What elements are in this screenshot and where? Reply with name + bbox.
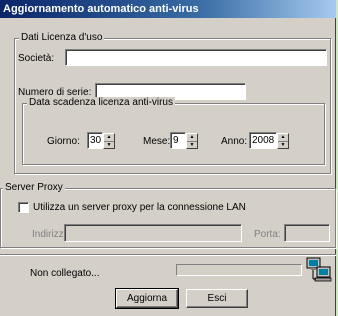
month-spinner[interactable]: ▲ ▼	[186, 133, 198, 149]
month-label: Mese:	[143, 136, 171, 147]
exit-button[interactable]: Esci	[186, 289, 248, 308]
port-input[interactable]	[284, 224, 330, 242]
spin-down-icon[interactable]: ▼	[187, 142, 197, 149]
spin-down-icon[interactable]: ▼	[104, 142, 114, 149]
spin-up-icon[interactable]: ▲	[104, 134, 114, 142]
year-spinner[interactable]: ▲ ▼	[277, 133, 289, 149]
update-button[interactable]: Aggiorna	[115, 288, 179, 309]
month-input[interactable]: 9	[170, 132, 186, 149]
expiry-group-legend: Data scadenza licenza anti-virus	[27, 97, 175, 109]
port-label: Porta:	[254, 229, 281, 240]
day-spinner[interactable]: ▲ ▼	[103, 133, 115, 149]
proxy-group-legend: Server Proxy	[3, 182, 65, 194]
address-input[interactable]	[64, 224, 242, 242]
status-separator	[0, 254, 336, 256]
update-dialog: Aggiornamento automatico anti-virus Dati…	[0, 0, 336, 316]
update-progress-bar	[176, 264, 302, 276]
use-proxy-label[interactable]: Utilizza un server proxy per la connessi…	[33, 202, 246, 214]
spin-up-icon[interactable]: ▲	[278, 134, 288, 142]
use-proxy-checkbox[interactable]	[18, 202, 29, 213]
window-title: Aggiornamento automatico anti-virus	[0, 0, 336, 18]
status-text: Non collegato...	[30, 268, 100, 279]
year-input[interactable]: 2008	[249, 132, 277, 149]
day-label: Giorno:	[47, 136, 80, 147]
network-computers-icon	[306, 257, 332, 282]
spin-up-icon[interactable]: ▲	[187, 134, 197, 142]
year-label: Anno:	[221, 136, 248, 147]
day-input[interactable]: 30	[87, 132, 103, 149]
license-group-legend: Dati Licenza d'uso	[19, 32, 105, 44]
spin-down-icon[interactable]: ▼	[278, 142, 288, 149]
company-input[interactable]	[65, 49, 327, 66]
company-label: Società:	[18, 53, 55, 64]
